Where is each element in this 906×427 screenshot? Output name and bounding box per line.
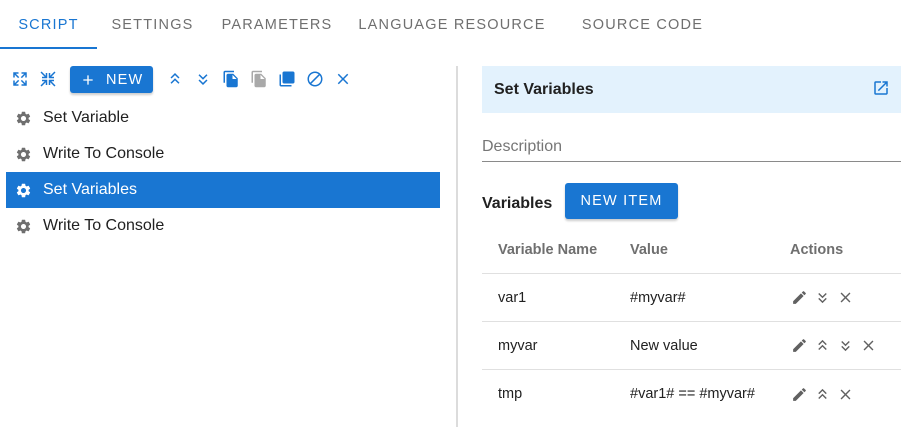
row-actions [790, 289, 859, 307]
move-down-icon[interactable] [813, 289, 831, 307]
move-up-icon[interactable] [813, 337, 831, 355]
new-item-button[interactable]: NEW ITEM [565, 183, 678, 219]
tree-item-write-to-console[interactable]: Write To Console [6, 208, 440, 244]
table-row: myvar New value [482, 322, 901, 370]
move-down-icon[interactable] [193, 69, 213, 89]
pane-divider[interactable] [456, 66, 458, 427]
tree-item-label: Set Variable [43, 109, 129, 126]
description-field[interactable] [482, 132, 901, 162]
gear-icon [16, 219, 31, 233]
column-header-variable-name: Variable Name [498, 242, 598, 258]
variables-label: Variables [482, 195, 553, 212]
delete-icon[interactable] [836, 289, 854, 307]
duplicate-icon[interactable] [277, 69, 297, 89]
variable-value-cell: New value [630, 337, 698, 354]
tree-item-label: Write To Console [43, 145, 165, 162]
gear-icon [16, 147, 31, 161]
row-actions [790, 337, 882, 355]
tree-item-set-variable[interactable]: Set Variable [6, 100, 440, 136]
gear-icon [16, 183, 31, 197]
open-in-new-icon[interactable] [871, 78, 891, 98]
paste-icon[interactable] [249, 69, 269, 89]
delete-icon[interactable] [859, 337, 877, 355]
table-row: var1 #myvar# [482, 274, 901, 322]
edit-icon[interactable] [790, 289, 808, 307]
expand-icon[interactable] [10, 69, 30, 89]
disable-icon[interactable] [305, 69, 325, 89]
column-header-actions: Actions [790, 242, 844, 258]
table-header-row: Variable Name Value Actions [482, 227, 901, 274]
tree-item-set-variables[interactable]: Set Variables [6, 172, 440, 208]
properties-pane: Set Variables Variables NEW ITEM Variabl… [482, 66, 901, 427]
delete-icon[interactable] [333, 69, 353, 89]
move-down-icon[interactable] [836, 337, 854, 355]
collapse-icon[interactable] [38, 69, 58, 89]
tab-language-resource[interactable]: LANGUAGE RESOURCE [346, 0, 558, 49]
panel-header: Set Variables [482, 66, 901, 113]
move-up-icon[interactable] [165, 69, 185, 89]
move-up-icon[interactable] [813, 385, 831, 403]
script-tree-pane: NEW Set Variable Write To Console Set Va… [6, 64, 440, 427]
tree-item-label: Set Variables [43, 181, 137, 198]
tree-item-write-to-console[interactable]: Write To Console [6, 136, 440, 172]
variable-name-cell: var1 [498, 289, 527, 306]
tab-source-code[interactable]: SOURCE CODE [558, 0, 727, 49]
edit-icon[interactable] [790, 385, 808, 403]
plus-icon [83, 74, 93, 85]
tab-settings[interactable]: SETTINGS [97, 0, 208, 49]
table-row: tmp #var1# == #myvar# [482, 370, 901, 418]
panel-title: Set Variables [494, 80, 594, 98]
column-header-value: Value [630, 242, 668, 258]
delete-icon[interactable] [836, 385, 854, 403]
copy-icon[interactable] [221, 69, 241, 89]
script-toolbar: NEW [6, 64, 440, 94]
variable-value-cell: #var1# == #myvar# [630, 386, 755, 402]
tab-script[interactable]: SCRIPT [0, 0, 97, 49]
row-actions [790, 385, 859, 403]
variable-name-cell: tmp [498, 386, 523, 402]
tab-bar: SCRIPT SETTINGS PARAMETERS LANGUAGE RESO… [0, 0, 906, 49]
variables-table: Variable Name Value Actions var1 #myvar#… [482, 227, 901, 418]
new-button[interactable]: NEW [70, 66, 153, 93]
gear-icon [16, 111, 31, 125]
tab-parameters[interactable]: PARAMETERS [208, 0, 346, 49]
new-button-label: NEW [106, 71, 144, 88]
variable-name-cell: myvar [498, 337, 538, 354]
edit-icon[interactable] [790, 337, 808, 355]
variable-value-cell: #myvar# [630, 289, 686, 306]
script-tree: Set Variable Write To Console Set Variab… [6, 100, 440, 244]
tree-item-label: Write To Console [43, 217, 165, 234]
